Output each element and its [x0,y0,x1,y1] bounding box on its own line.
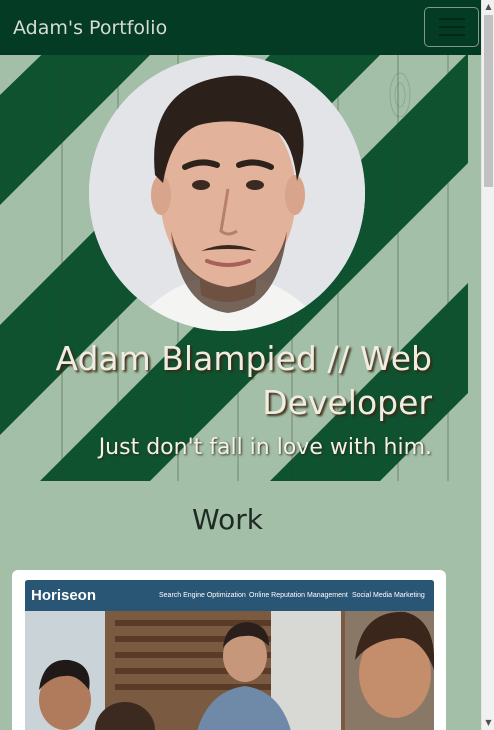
hero-section: Adam Blampied // Web Developer Just don'… [0,55,468,481]
hero-subtitle: Just don't fall in love with him. [98,435,432,460]
navbar: Adam's Portfolio [0,0,481,55]
project-site-nav-item: Online Reputation Management [249,592,348,599]
project-screenshot[interactable]: Horiseon Search Engine Optimization Onli… [25,580,434,730]
scroll-down-arrow-icon[interactable]: ▼ [482,716,494,729]
profile-photo [89,55,365,331]
scroll-up-arrow-icon[interactable]: ▲ [482,0,494,13]
work-heading: Work [192,503,263,536]
project-site-logo: Horiseon [31,587,97,604]
project-site-header: Horiseon Search Engine Optimization Onli… [25,580,434,611]
scrollbar-thumb[interactable] [484,15,493,187]
portfolio-page: Adam's Portfolio Adam Blampied // Web De… [0,0,494,730]
navbar-toggle-button[interactable] [424,7,479,47]
hamburger-menu-icon [431,18,472,36]
project-site-nav-item: Social Media Marketing [352,592,425,599]
page-scrollbar[interactable]: ▲ ▼ [481,0,494,730]
project-site-nav-item: Search Engine Optimization [159,592,246,599]
project-card[interactable]: Horiseon Search Engine Optimization Onli… [12,570,446,730]
hero-title: Adam Blampied // Web Developer [55,339,432,422]
brand-link[interactable]: Adam's Portfolio [13,14,167,42]
